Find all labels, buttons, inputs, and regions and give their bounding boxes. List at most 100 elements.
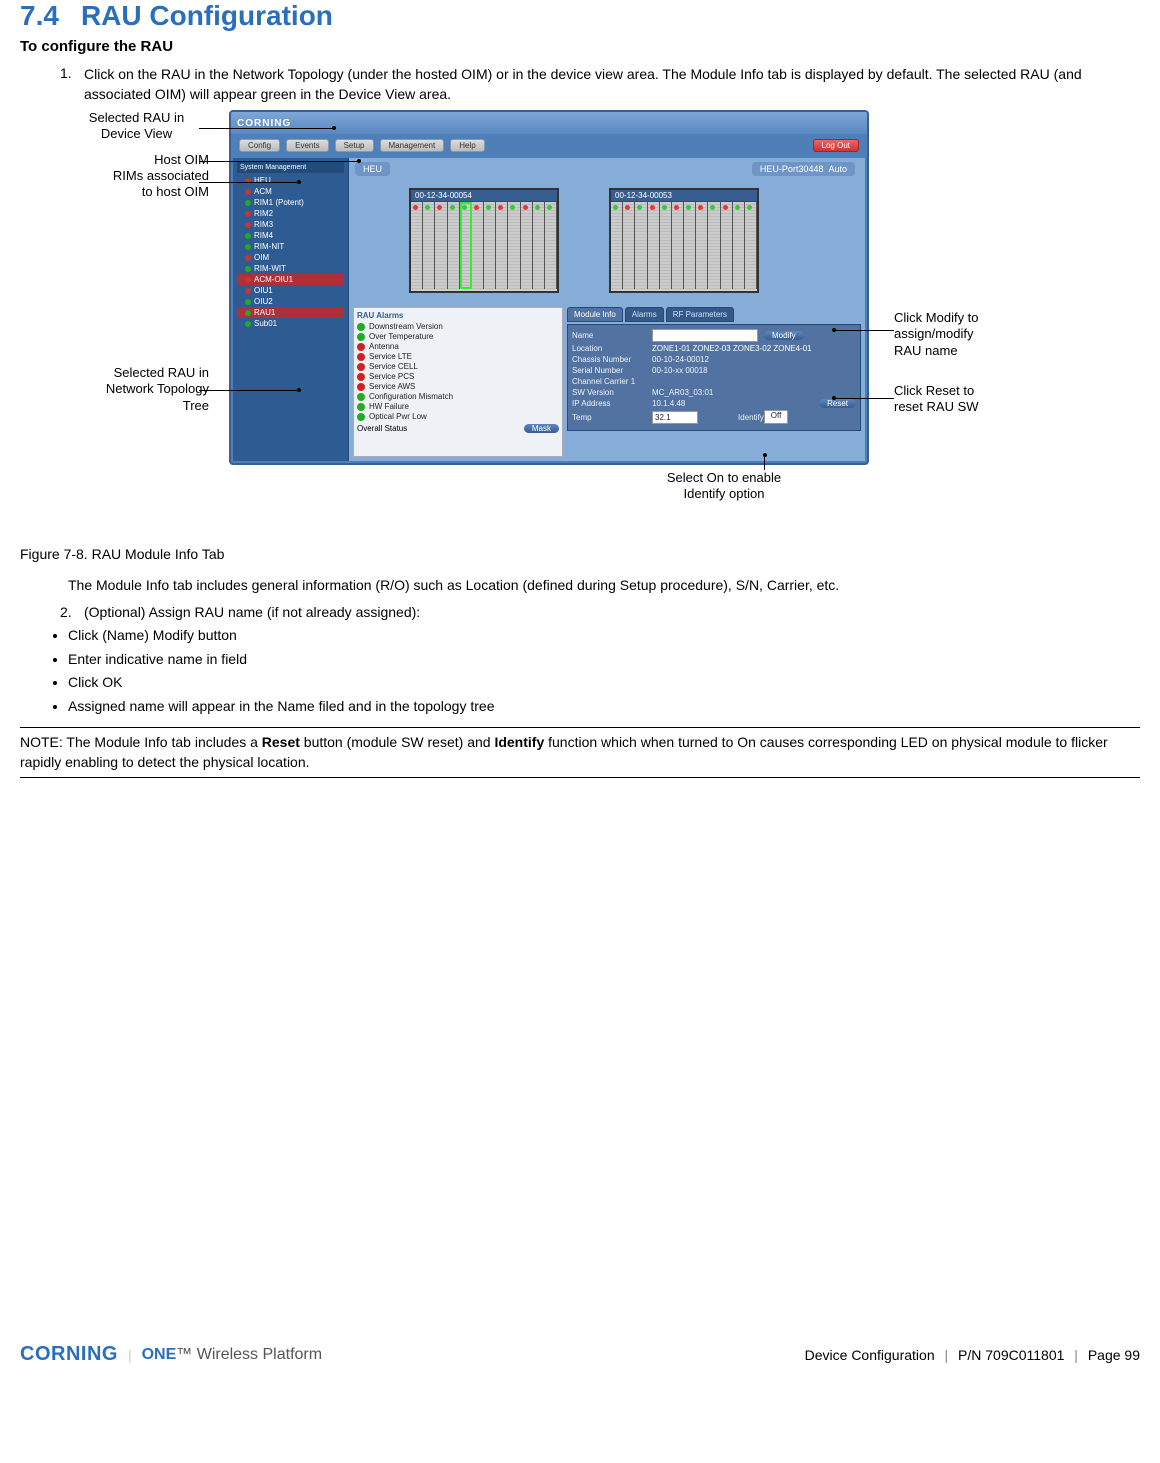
device-view-subtitle: HEU-Port30448 Auto (752, 162, 855, 176)
tree-item[interactable]: OIM (237, 252, 344, 263)
callout-host-oim: Host OIM (64, 152, 209, 168)
tree-item[interactable]: RAU1 (237, 307, 344, 318)
footer-page: Page 99 (1088, 1347, 1140, 1363)
rack-2-label: 00-12-34-00053 (615, 191, 672, 200)
tree-item[interactable]: OIU1 (237, 285, 344, 296)
step-1-text: Click on the RAU in the Network Topology… (84, 65, 1140, 104)
tree-title: System Management (237, 162, 344, 173)
chassis-label: Chassis Number (572, 355, 652, 364)
note-text: NOTE: The Module Info tab includes a (20, 734, 262, 750)
alarm-item: Downstream Version (357, 322, 559, 331)
toolbar-events-button[interactable]: Events (286, 139, 328, 152)
tree-item[interactable]: RIM2 (237, 208, 344, 219)
reset-button[interactable]: Reset (819, 399, 856, 408)
carrier-label: Channel Carrier 1 (572, 377, 652, 386)
alarm-item: Antenna (357, 342, 559, 351)
temp-label: Temp (572, 413, 652, 422)
alarms-header: RAU Alarms (357, 311, 559, 320)
toolbar-setup-button[interactable]: Setup (335, 139, 374, 152)
callout-selected-rau-tree: Selected RAU in Network Topology Tree (64, 365, 209, 414)
tree-item[interactable]: ACM (237, 186, 344, 197)
rack-1-label: 00-12-34-00054 (415, 191, 472, 200)
figure-caption: Figure 7-8. RAU Module Info Tab (20, 546, 1140, 562)
alarms-panel: RAU Alarms Downstream VersionOver Temper… (353, 307, 563, 457)
tab-alarms[interactable]: Alarms (625, 307, 664, 322)
product-logo: ONE™ Wireless Platform (142, 1346, 322, 1364)
device-rack-2[interactable]: 00-12-34-00053 (609, 188, 759, 293)
tree-item[interactable]: RIM1 (Potent) (237, 197, 344, 208)
bullet-item: Assigned name will appear in the Name fi… (68, 695, 1140, 719)
tree-item[interactable]: RIM3 (237, 219, 344, 230)
note-reset-bold: Reset (262, 734, 300, 750)
ipaddr-label: IP Address (572, 399, 652, 408)
swver-label: SW Version (572, 388, 652, 397)
note-box: NOTE: The Module Info tab includes a Res… (20, 727, 1140, 778)
note-text: button (module SW reset) and (300, 734, 495, 750)
alarm-item: Service AWS (357, 382, 559, 391)
chassis-value: 00-10-24-00012 (652, 355, 709, 364)
toolbar-logout-button[interactable]: Log Out (813, 139, 859, 152)
serial-value: 00-10-xx 00018 (652, 366, 708, 375)
modify-button[interactable]: Modify (764, 331, 804, 340)
overall-status-label: Overall Status (357, 424, 407, 433)
footer-section: Device Configuration (805, 1347, 935, 1363)
serial-label: Serial Number (572, 366, 652, 375)
swver-value: MC_AR03_03:01 (652, 388, 713, 397)
tab-module-info[interactable]: Module Info (567, 307, 623, 322)
footer-right: Device Configuration | P/N 709C011801 | … (805, 1347, 1140, 1363)
identify-label: Identify (738, 413, 764, 422)
note-identify-bold: Identify (494, 734, 544, 750)
name-input[interactable] (652, 329, 758, 342)
module-info-panel: Module Info Alarms RF Parameters Name Mo… (567, 307, 861, 457)
tree-item[interactable]: RIM4 (237, 230, 344, 241)
tree-item[interactable]: ACM-OIU1 (237, 274, 344, 285)
tab-rf-parameters[interactable]: RF Parameters (666, 307, 734, 322)
alarm-item: HW Failure (357, 402, 559, 411)
step-2-text: (Optional) Assign RAU name (if not alrea… (84, 604, 1140, 620)
step-2-number: 2. (60, 604, 84, 620)
tree-item[interactable]: HEU (237, 175, 344, 186)
section-heading: 7.4 RAU Configuration (20, 0, 1140, 32)
toolbar-config-button[interactable]: Config (239, 139, 280, 152)
callout-select-on-identify: Select On to enable Identify option (624, 470, 824, 503)
mask-button[interactable]: Mask (524, 424, 559, 433)
temp-value (652, 411, 698, 424)
callout-selected-rau-dv: Selected RAU in Device View (64, 110, 209, 143)
name-label: Name (572, 331, 652, 340)
tree-item[interactable]: Sub01 (237, 318, 344, 329)
network-topology-tree[interactable]: System Management HEUACMRIM1 (Potent)RIM… (233, 158, 349, 461)
subheading: To configure the RAU (20, 38, 1140, 55)
app-toolbar: Config Events Setup Management Help Log … (231, 134, 867, 156)
section-title: RAU Configuration (81, 0, 333, 31)
app-brand: CORNING (231, 112, 867, 134)
page-footer: CORNING | ONE™ Wireless Platform Device … (20, 1343, 1140, 1366)
bullet-item: Click OK (68, 671, 1140, 695)
device-view-title: HEU (355, 162, 390, 176)
toolbar-management-button[interactable]: Management (380, 139, 445, 152)
bullet-item: Enter indicative name in field (68, 648, 1140, 672)
callout-rims-associated: RIMs associated to host OIM (64, 168, 209, 201)
ipaddr-value: 10.1.4.48 (652, 399, 685, 408)
module-info-description: The Module Info tab includes general inf… (68, 576, 1140, 596)
device-rack-1[interactable]: 00-12-34-00054 (409, 188, 559, 293)
step-1-number: 1. (60, 65, 84, 104)
alarm-item: Service LTE (357, 352, 559, 361)
toolbar-help-button[interactable]: Help (450, 139, 484, 152)
screenshot-app-window: CORNING Config Events Setup Management H… (229, 110, 869, 465)
corning-logo: CORNING (20, 1343, 118, 1366)
bullet-item: Click (Name) Modify button (68, 624, 1140, 648)
tree-item[interactable]: RIM-WIT (237, 263, 344, 274)
alarm-item: Over Temperature (357, 332, 559, 341)
tree-item[interactable]: OIU2 (237, 296, 344, 307)
tree-item[interactable]: RIM-NIT (237, 241, 344, 252)
section-number: 7.4 (20, 0, 59, 31)
substep-bullets: Click (Name) Modify button Enter indicat… (44, 624, 1140, 719)
alarm-item: Service CELL (357, 362, 559, 371)
alarm-item: Optical Pwr Low (357, 412, 559, 421)
alarm-item: Service PCS (357, 372, 559, 381)
callout-click-modify: Click Modify to assign/modify RAU name (894, 310, 1034, 359)
location-label: Location (572, 344, 652, 353)
location-value: ZONE1-01 ZONE2-03 ZONE3-02 ZONE4-01 (652, 344, 812, 353)
alarm-item: Configuration Mismatch (357, 392, 559, 401)
identify-select[interactable]: Off (764, 410, 789, 424)
